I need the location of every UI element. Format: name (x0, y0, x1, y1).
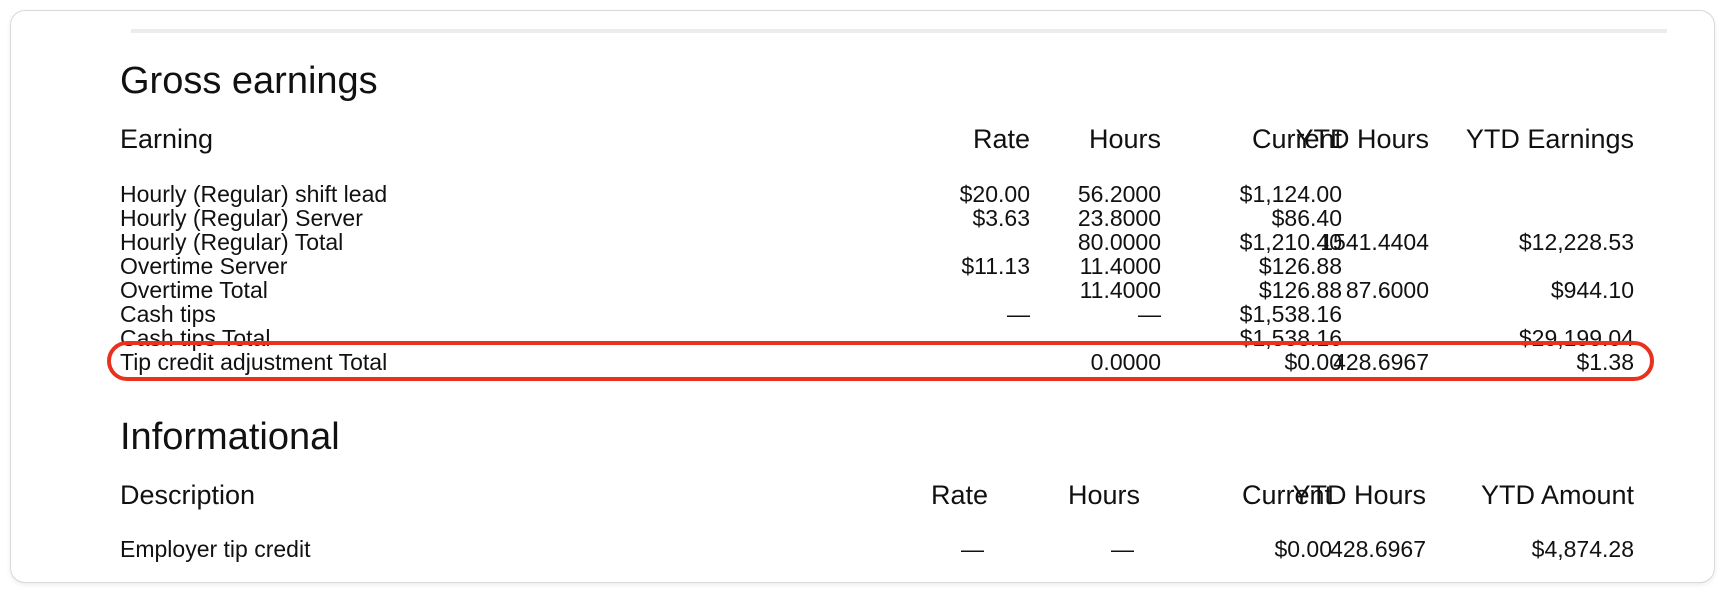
col-rate: Rate (972, 124, 1030, 154)
table-row: Hourly (Regular) Server $3.63 23.8000 $86.4… (120, 206, 1634, 230)
gross-earnings-header: Earning Rate Hours Current YTD Hours YTD… (120, 124, 1634, 156)
earning-label: Cash tips (120, 301, 216, 327)
hours-cell: 56.2000 (1077, 181, 1161, 207)
ytd-hours-cell: 87.6000 (1345, 277, 1429, 303)
col-ytd-hours: YTD Hours (1295, 124, 1429, 154)
table-row: Employer tip credit — — $0.00 428.6967 $4,874… (120, 537, 1634, 565)
current-cell: $126.88 (1258, 277, 1342, 303)
description-label: Employer tip credit (120, 536, 311, 562)
gross-earnings-title: Gross earnings (120, 60, 378, 102)
rate-cell: $11.13 (961, 253, 1030, 279)
table-row: Hourly (Regular) shift lead $20.00 56.2000… (120, 182, 1634, 206)
rate-cell: — (961, 536, 984, 562)
table-row: Cash tips — — $1,538.16 (120, 302, 1634, 326)
ytd-hours-cell: 1541.4404 (1320, 229, 1429, 255)
col-hours: Hours (1067, 480, 1140, 510)
current-cell: $1,124.00 (1239, 181, 1342, 207)
rate-cell: $20.00 (959, 181, 1030, 207)
earning-label: Overtime Total (120, 277, 268, 303)
table-row: Hourly (Regular) Total 80.0000 $1,210.40 15… (120, 230, 1634, 254)
hours-cell: 80.0000 (1077, 229, 1161, 255)
ytd-earnings-cell: $12,228.53 (1518, 229, 1634, 255)
ytd-amount-cell: $4,874.28 (1531, 536, 1634, 562)
rate-cell: $3.63 (972, 205, 1030, 231)
current-cell: $0.00 (1274, 536, 1332, 562)
col-ytd-amount: YTD Amount (1480, 480, 1634, 510)
ytd-earnings-cell: $944.10 (1550, 277, 1634, 303)
col-rate: Rate (930, 480, 988, 510)
hours-cell: 11.4000 (1079, 277, 1161, 303)
top-divider (131, 29, 1667, 33)
earning-label: Hourly (Regular) Total (120, 229, 344, 255)
hours-cell: — (1138, 301, 1161, 327)
informational-header: Description Rate Hours Current YTD Hours… (120, 480, 1634, 512)
current-cell: $126.88 (1258, 253, 1342, 279)
table-row: Overtime Server $11.13 11.4000 $126.88 (120, 254, 1634, 278)
ytd-hours-cell: 428.6967 (1330, 536, 1426, 562)
hours-cell: 23.8000 (1077, 205, 1161, 231)
current-cell: $86.40 (1271, 205, 1342, 231)
earning-label: Overtime Server (120, 253, 288, 279)
highlight-oval (107, 341, 1654, 381)
hours-cell: — (1111, 536, 1134, 562)
earning-label: Hourly (Regular) shift lead (120, 181, 388, 207)
informational-title: Informational (120, 416, 340, 458)
rate-cell: — (1007, 301, 1030, 327)
col-ytd-hours: YTD Hours (1292, 480, 1426, 510)
col-description: Description (120, 480, 256, 510)
col-earning: Earning (120, 124, 214, 154)
earning-label: Hourly (Regular) Server (120, 205, 363, 231)
col-hours: Hours (1088, 124, 1161, 154)
current-cell: $1,538.16 (1239, 301, 1342, 327)
hours-cell: 11.4000 (1079, 253, 1161, 279)
table-row: Overtime Total 11.4000 $126.88 87.6000 $944.… (120, 278, 1634, 302)
col-ytd-earnings: YTD Earnings (1465, 124, 1634, 154)
